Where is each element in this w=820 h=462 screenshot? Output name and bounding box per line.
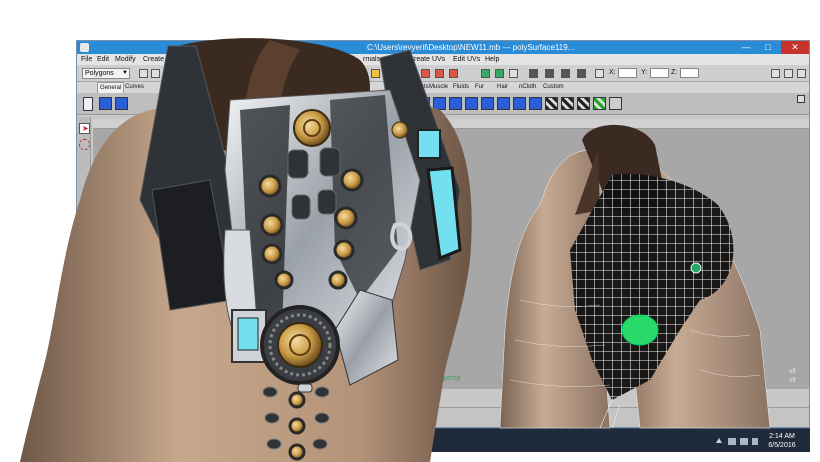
system-clock[interactable]: 2:14 AM 6/5/2016 [760,432,804,450]
bevel-icon[interactable] [417,97,430,110]
axis-gizmo [111,357,127,373]
menu-file[interactable]: File [81,54,92,65]
shelf [77,93,809,115]
tab-curves[interactable]: Curves [123,82,146,93]
render-view-icon[interactable] [529,69,538,78]
maya-app-icon[interactable] [80,43,89,52]
new-scene-icon[interactable] [139,69,148,78]
window-title: C:\Users\reyyeril\Desktop\NEW11.mb --- p… [367,43,575,52]
mode-select-value: Polygons [85,70,114,77]
tab-muscle[interactable]: Muscle [427,82,450,93]
x-axis-icon [113,370,123,371]
lasso-tool-button[interactable] [79,139,90,150]
shelf-menu-icon[interactable] [83,97,93,111]
magnet-icon[interactable] [421,69,430,78]
menu-help[interactable]: Help [485,54,499,65]
cursor-arrow-icon: ➤ [82,124,89,133]
chevron-down-icon: ▼ [122,70,128,76]
menu-modify[interactable]: Modify [115,54,136,65]
title-bar[interactable]: C:\Users\reyyeril\Desktop\NEW11.mb --- p… [77,41,809,54]
y-field[interactable] [650,68,669,78]
smooth-icon[interactable] [497,97,510,110]
uv-planar-icon[interactable] [561,97,574,110]
clock-date: 6/5/2016 [768,442,796,449]
uv-spherical-icon[interactable] [593,97,606,110]
tray-chevron-icon[interactable] [716,438,722,443]
split-icon[interactable] [465,97,478,110]
maximize-button[interactable]: □ [757,41,779,54]
menu-create[interactable]: Create [143,54,164,65]
merge-icon[interactable] [481,97,494,110]
mode-select[interactable]: Polygons ▼ [82,68,130,79]
menu-edit-uvs[interactable]: Edit UVs [453,54,480,65]
shelf-scroll-icon[interactable] [797,95,805,103]
poly-sphere-icon[interactable] [99,97,112,110]
y-field-label: Y: [641,69,648,76]
menu-normals[interactable]: rmals [363,54,380,65]
bridge-icon[interactable] [433,97,446,110]
menu-edit[interactable]: Edit [97,54,109,65]
x-field-label: X: [609,69,616,76]
channel-box-icon[interactable] [771,69,780,78]
construction-icon[interactable] [495,69,504,78]
transform-mode-icon[interactable] [595,69,604,78]
hud-soft-select-value: off [789,378,796,384]
hud-backfaces-label: Backfaces [727,369,757,375]
close-button[interactable]: ✕ [781,41,809,54]
uv-cylindrical-icon[interactable] [577,97,590,110]
render-settings-icon[interactable] [509,69,518,78]
append-icon[interactable] [449,97,462,110]
3d-viewport[interactable]: persp Backfaces off Soft Select off [93,119,809,389]
tray-battery-icon[interactable] [740,438,748,445]
hud-soft-select-label: Soft Select [727,378,759,384]
tab-custom[interactable]: Custom [541,82,566,93]
hud-backfaces-value: off [789,369,796,375]
history-icon[interactable] [481,69,490,78]
windows-start-button[interactable] [82,434,96,448]
stage: C:\Users\reyyeril\Desktop\NEW11.mb --- p… [0,0,820,462]
camera-label: persp [443,375,461,382]
uv-editor-icon[interactable] [609,97,622,110]
z-field[interactable] [680,68,699,78]
shelf-tabs: General Curves Paint Effects Muscle Flui… [77,82,809,94]
snap-curve-icon[interactable] [435,69,444,78]
tab-ncloth[interactable]: nCloth [517,82,538,93]
render-frame-icon[interactable] [545,69,554,78]
poly-cube-icon[interactable] [115,97,128,110]
snap-point-icon[interactable] [449,69,458,78]
maya-window: C:\Users\reyyeril\Desktop\NEW11.mb --- p… [76,40,810,428]
tray-network-icon[interactable] [728,438,736,445]
tab-fluids[interactable]: Fluids [451,82,471,93]
extrude-icon[interactable] [401,97,414,110]
tab-hair[interactable]: Hair [495,82,510,93]
tab-fur[interactable]: Fur [473,82,486,93]
chrome-icon[interactable] [112,434,126,448]
x-field[interactable] [618,68,637,78]
attribute-editor-icon[interactable] [784,69,793,78]
status-line: Polygons ▼ X: Y: Z: [77,65,809,82]
hypershade-icon[interactable] [577,69,586,78]
ipr-render-icon[interactable] [561,69,570,78]
command-line[interactable]: R... [77,407,809,427]
clock-time: 2:14 AM [769,433,795,440]
tool-settings-icon[interactable] [797,69,806,78]
select-tool-button[interactable]: ➤ [79,123,90,134]
uv-checker-icon[interactable] [545,97,558,110]
viewport-menu-bar [93,119,809,129]
tab-paint-effects[interactable]: Paint Effects [393,82,431,93]
combine-icon[interactable] [513,97,526,110]
maya-taskbar-icon[interactable] [138,434,152,448]
tray-volume-icon[interactable] [752,438,758,445]
menu-bar: File Edit Modify Create rmals Create UVs… [77,54,809,65]
poly-tool-icon[interactable] [385,97,398,110]
lock-icon[interactable] [371,69,380,78]
command-line-label: R... [83,415,93,421]
menu-create-uvs[interactable]: Create UVs [409,54,445,65]
windows-taskbar: 2:14 AM 6/5/2016 [76,428,810,452]
z-field-label: Z: [671,69,678,76]
minimize-button[interactable]: — [735,41,757,54]
toolbox: ➤ [77,117,91,417]
open-scene-icon[interactable] [151,69,160,78]
separate-icon[interactable] [529,97,542,110]
